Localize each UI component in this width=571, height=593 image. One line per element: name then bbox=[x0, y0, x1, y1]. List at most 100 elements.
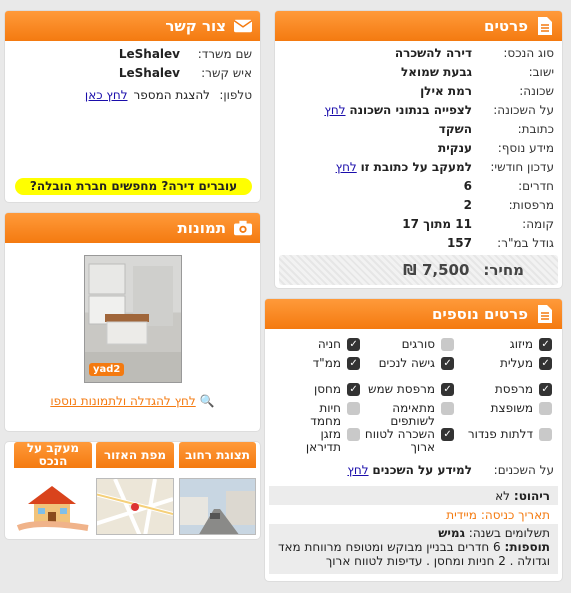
amenity-item: משופצת bbox=[454, 399, 552, 418]
office-row: שם משרד: LeShalev bbox=[118, 46, 252, 61]
show-phone-link[interactable]: לחץ כאן bbox=[85, 88, 128, 102]
amenity-label: ממ"ד bbox=[312, 356, 341, 370]
amenity-checkbox[interactable]: ✓ bbox=[539, 357, 552, 370]
monthly-update-link[interactable]: לחץ bbox=[336, 160, 357, 174]
payments-row: תשלומים בשנה: גמיש bbox=[438, 526, 550, 540]
detail-row: סוג הנכס: דירה להשכרה bbox=[394, 45, 554, 60]
detail-row: שכונה: רמת אילן bbox=[420, 83, 554, 98]
amenity-checkbox[interactable]: ✓ bbox=[347, 338, 360, 351]
amenity-checkbox[interactable] bbox=[539, 402, 552, 415]
detail-row: מרפסות: 2 bbox=[463, 197, 554, 212]
amenity-checkbox[interactable] bbox=[441, 402, 454, 415]
amenity-label: מרפסת bbox=[494, 382, 533, 396]
additions-row: תוספות: 6 חדרים בבניין מבוקש ומטופח מרוו… bbox=[277, 540, 550, 568]
amenity-label: חניה bbox=[317, 337, 341, 351]
tab-area-map[interactable]: מפת האזור bbox=[96, 442, 174, 468]
property-photo[interactable]: yad2 bbox=[84, 255, 182, 383]
price-bar: מחיר: 7,500 ₪ bbox=[279, 255, 558, 285]
amenity-label: מרפסת שמש bbox=[367, 382, 435, 396]
neighbors-row: על השכנים: למידע על השכנים לחץ bbox=[347, 462, 554, 477]
detail-row: עדכון חודשי: למעקב על כתובת זו לחץ bbox=[335, 159, 554, 174]
enlarge-photos-link[interactable]: לחץ להגדלה ולתמונות נוספו bbox=[50, 394, 195, 408]
amenity-checkbox[interactable]: ✓ bbox=[441, 357, 454, 370]
price-value: 7,500 ₪ bbox=[403, 261, 470, 279]
amenity-item: מזגן תדיראן bbox=[302, 425, 360, 454]
contact-panel: צור קשר שם משרד: LeShalev איש קשר: LeShale… bbox=[5, 11, 260, 202]
price-label: מחיר: bbox=[483, 261, 524, 279]
amenity-label: מתאימה לשותפים bbox=[390, 401, 435, 428]
amenity-item: ✓ ממ"ד bbox=[302, 354, 360, 373]
amenity-checkbox[interactable] bbox=[347, 402, 360, 415]
amenity-checkbox[interactable] bbox=[441, 338, 454, 351]
amenity-item: ✓ חניה bbox=[302, 335, 360, 354]
details-header: פרטים bbox=[275, 11, 562, 41]
tab-street-view[interactable]: תצוגת רחוב bbox=[179, 442, 256, 468]
amenity-checkbox[interactable]: ✓ bbox=[347, 383, 360, 396]
extras-title: פרטים נוספים bbox=[431, 305, 528, 323]
extras-panel: פרטים נוספים ✓ מיזוג סורגים ✓ חניה ✓ מעלית ✓ גיש… bbox=[265, 299, 562, 581]
contact-header: צור קשר bbox=[5, 11, 260, 41]
detail-row: על השכונה: לצפייה בנתוני השכונה לחץ bbox=[324, 102, 554, 117]
contact-person-row: איש קשר: LeShalev bbox=[118, 65, 252, 80]
photos-panel: תמונות yad2 🔍 לחץ להגדלה ולתמונות נוספו bbox=[5, 213, 260, 431]
photos-title: תמונות bbox=[177, 219, 226, 237]
amenity-item: מתאימה לשותפים bbox=[360, 399, 454, 428]
amenity-label: משופצת bbox=[490, 401, 533, 415]
detail-row: גודל במ"ר: 157 bbox=[446, 235, 554, 250]
amenity-item: סורגים bbox=[360, 335, 454, 354]
amenity-label: מעלית bbox=[499, 356, 533, 370]
amenity-label: השכרה לטווח ארוך bbox=[364, 427, 435, 454]
amenity-checkbox[interactable]: ✓ bbox=[347, 357, 360, 370]
furniture-row: ריהוט: לא bbox=[269, 486, 558, 505]
moving-banner[interactable]: עוברים דירה? מחפשים חברת הובלה? bbox=[15, 178, 252, 195]
amenities-grid: ✓ מיזוג סורגים ✓ חניה ✓ מעלית ✓ גישה לנכים ✓ ממ"ד ✓… bbox=[302, 335, 552, 454]
amenity-item: ✓ גישה לנכים bbox=[360, 354, 454, 380]
detail-row: ישוב: גבעת שמואל bbox=[401, 64, 554, 79]
amenity-checkbox[interactable]: ✓ bbox=[441, 428, 454, 441]
amenity-label: סורגים bbox=[401, 337, 435, 351]
amenity-label: מזגן תדיראן bbox=[305, 427, 341, 454]
amenity-label: דלתות פנדור bbox=[467, 427, 533, 441]
detail-row: מידע נוסף: ענקית bbox=[438, 140, 554, 155]
tab-property-tracking[interactable]: מעקב על הנכס bbox=[14, 442, 92, 468]
envelope-icon bbox=[234, 16, 252, 36]
document-icon bbox=[536, 304, 554, 324]
area-map-thumbnail[interactable] bbox=[96, 478, 174, 535]
phone-row: טלפון: להצגת המספר לחץ כאן bbox=[84, 87, 252, 102]
amenity-item: ✓ מעלית bbox=[454, 354, 552, 373]
amenity-item: ✓ מיזוג bbox=[454, 335, 552, 354]
street-view-thumbnail[interactable] bbox=[179, 478, 256, 535]
document-icon bbox=[536, 16, 554, 36]
amenity-item: ✓ השכרה לטווח ארוך bbox=[360, 425, 454, 454]
amenity-item: ✓ מרפסת שמש bbox=[360, 380, 454, 399]
amenity-item: חיות מחמד bbox=[302, 399, 360, 428]
neighborhood-link[interactable]: לחץ bbox=[324, 103, 345, 117]
amenity-label: מחסן bbox=[313, 382, 341, 396]
magnifier-icon: 🔍 bbox=[199, 394, 215, 408]
amenity-item: ✓ מרפסת bbox=[454, 380, 552, 399]
extras-header: פרטים נוספים bbox=[265, 299, 562, 329]
detail-row: קומה: 11 מתוך 17 bbox=[402, 216, 554, 231]
detail-row: כתובת: השקד bbox=[438, 121, 554, 136]
detail-row: חדרים: 6 bbox=[463, 178, 554, 193]
details-title: פרטים bbox=[484, 17, 528, 35]
amenity-checkbox[interactable]: ✓ bbox=[539, 383, 552, 396]
enlarge-row: 🔍 לחץ להגדלה ולתמונות נוספו bbox=[5, 394, 260, 408]
amenity-checkbox[interactable] bbox=[347, 428, 360, 441]
photos-header: תמונות bbox=[5, 213, 260, 243]
amenity-label: חיות מחמד bbox=[310, 401, 341, 428]
amenity-item: דלתות פנדור bbox=[454, 425, 552, 451]
entry-date-row: תאריך כניסה: מיידית bbox=[446, 507, 550, 522]
details-rows: סוג הנכס: דירה להשכרה ישוב: גבעת שמואל שכו… bbox=[275, 41, 562, 252]
property-tracking-thumbnail[interactable] bbox=[14, 478, 92, 535]
neighbors-link[interactable]: לחץ bbox=[347, 463, 368, 477]
details-panel: פרטים סוג הנכס: דירה להשכרה ישוב: גבעת שמו… bbox=[275, 11, 562, 288]
amenity-checkbox[interactable]: ✓ bbox=[441, 383, 454, 396]
camera-icon bbox=[234, 218, 252, 238]
yad2-watermark: yad2 bbox=[89, 363, 125, 376]
map-tabs-panel: תצוגת רחוב מפת האזור מעקב על הנכס bbox=[5, 442, 260, 539]
amenity-checkbox[interactable]: ✓ bbox=[539, 338, 552, 351]
amenity-label: מיזוג bbox=[509, 337, 533, 351]
contact-title: צור קשר bbox=[165, 17, 226, 35]
amenity-checkbox[interactable] bbox=[539, 428, 552, 441]
